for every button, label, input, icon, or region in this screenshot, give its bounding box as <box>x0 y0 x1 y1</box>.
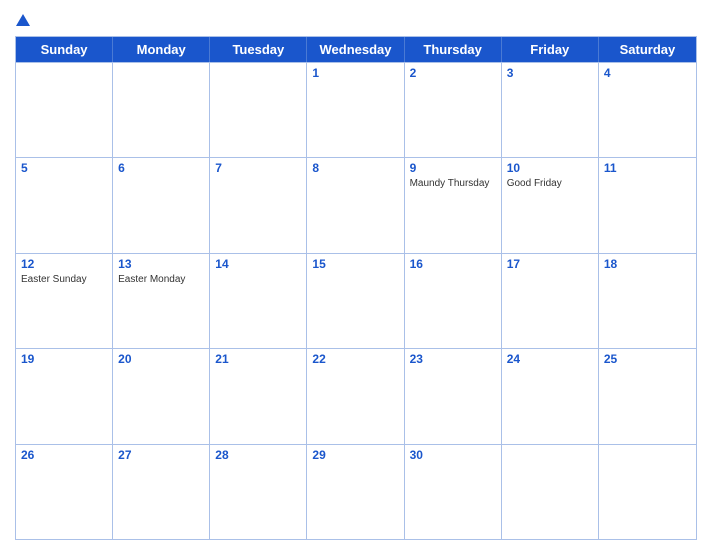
calendar-cell: 9 Maundy Thursday <box>405 158 502 252</box>
calendar-cell: 15 <box>307 254 404 348</box>
day-number: 24 <box>507 352 593 366</box>
day-number: 8 <box>312 161 398 175</box>
calendar-week-4: 19 20 21 22 23 24 25 <box>16 348 696 443</box>
calendar-cell <box>16 63 113 157</box>
calendar-cell: 28 <box>210 445 307 539</box>
day-number: 3 <box>507 66 593 80</box>
day-number: 18 <box>604 257 691 271</box>
day-number: 30 <box>410 448 496 462</box>
day-number: 28 <box>215 448 301 462</box>
calendar-cell: 27 <box>113 445 210 539</box>
calendar-week-5: 26 27 28 29 30 <box>16 444 696 539</box>
logo-triangle-icon <box>16 14 30 26</box>
day-number: 25 <box>604 352 691 366</box>
calendar-cell: 2 <box>405 63 502 157</box>
calendar-cell: 18 <box>599 254 696 348</box>
calendar-cell <box>502 445 599 539</box>
calendar-cell: 29 <box>307 445 404 539</box>
calendar-week-1: 1234 <box>16 62 696 157</box>
calendar-cell: 8 <box>307 158 404 252</box>
day-number: 20 <box>118 352 204 366</box>
calendar-cell: 13 Easter Monday <box>113 254 210 348</box>
calendar-cell: 20 <box>113 349 210 443</box>
calendar-cell: 30 <box>405 445 502 539</box>
calendar-cell: 24 <box>502 349 599 443</box>
calendar-week-2: 56789 Maundy Thursday 10 Good Friday 11 <box>16 157 696 252</box>
logo-blue-text <box>15 10 30 30</box>
calendar-cell: 16 <box>405 254 502 348</box>
calendar-cell: 11 <box>599 158 696 252</box>
calendar-cell: 25 <box>599 349 696 443</box>
calendar-cell: 17 <box>502 254 599 348</box>
day-number: 15 <box>312 257 398 271</box>
event-text: Good Friday <box>507 177 593 190</box>
day-number: 6 <box>118 161 204 175</box>
day-number: 11 <box>604 161 691 175</box>
day-number: 14 <box>215 257 301 271</box>
calendar-cell: 22 <box>307 349 404 443</box>
calendar-cell <box>599 445 696 539</box>
calendar-cell: 1 <box>307 63 404 157</box>
day-number: 27 <box>118 448 204 462</box>
calendar-cell: 10 Good Friday <box>502 158 599 252</box>
day-number: 2 <box>410 66 496 80</box>
day-number: 23 <box>410 352 496 366</box>
calendar-cell <box>113 63 210 157</box>
weekday-header-tuesday: Tuesday <box>210 37 307 62</box>
day-number: 10 <box>507 161 593 175</box>
day-number: 5 <box>21 161 107 175</box>
calendar-cell: 12 Easter Sunday <box>16 254 113 348</box>
calendar-header-row: SundayMondayTuesdayWednesdayThursdayFrid… <box>16 37 696 62</box>
event-text: Maundy Thursday <box>410 177 496 190</box>
calendar-cell: 23 <box>405 349 502 443</box>
weekday-header-wednesday: Wednesday <box>307 37 404 62</box>
calendar-cell <box>210 63 307 157</box>
event-text: Easter Sunday <box>21 273 107 286</box>
day-number: 26 <box>21 448 107 462</box>
weekday-header-monday: Monday <box>113 37 210 62</box>
day-number: 1 <box>312 66 398 80</box>
calendar-cell: 26 <box>16 445 113 539</box>
day-number: 21 <box>215 352 301 366</box>
country-label <box>617 10 697 16</box>
day-number: 17 <box>507 257 593 271</box>
calendar-cell: 7 <box>210 158 307 252</box>
page: SundayMondayTuesdayWednesdayThursdayFrid… <box>0 0 712 550</box>
day-number: 9 <box>410 161 496 175</box>
day-number: 29 <box>312 448 398 462</box>
day-number: 7 <box>215 161 301 175</box>
weekday-header-thursday: Thursday <box>405 37 502 62</box>
day-number: 13 <box>118 257 204 271</box>
day-number: 16 <box>410 257 496 271</box>
weekday-header-sunday: Sunday <box>16 37 113 62</box>
weekday-header-saturday: Saturday <box>599 37 696 62</box>
calendar-cell: 21 <box>210 349 307 443</box>
calendar-week-3: 12 Easter Sunday 13 Easter Monday 14 15 16 17 18 <box>16 253 696 348</box>
calendar-cell: 6 <box>113 158 210 252</box>
calendar-cell: 4 <box>599 63 696 157</box>
event-text: Easter Monday <box>118 273 204 286</box>
calendar-body: 123456789Maundy Thursday10Good Friday111… <box>16 62 696 539</box>
calendar-cell: 14 <box>210 254 307 348</box>
weekday-header-friday: Friday <box>502 37 599 62</box>
day-number: 12 <box>21 257 107 271</box>
logo <box>15 10 30 30</box>
calendar-cell: 3 <box>502 63 599 157</box>
day-number: 19 <box>21 352 107 366</box>
day-number: 22 <box>312 352 398 366</box>
calendar-cell: 5 <box>16 158 113 252</box>
calendar: SundayMondayTuesdayWednesdayThursdayFrid… <box>15 36 697 540</box>
calendar-cell: 19 <box>16 349 113 443</box>
header <box>15 10 697 30</box>
day-number: 4 <box>604 66 691 80</box>
